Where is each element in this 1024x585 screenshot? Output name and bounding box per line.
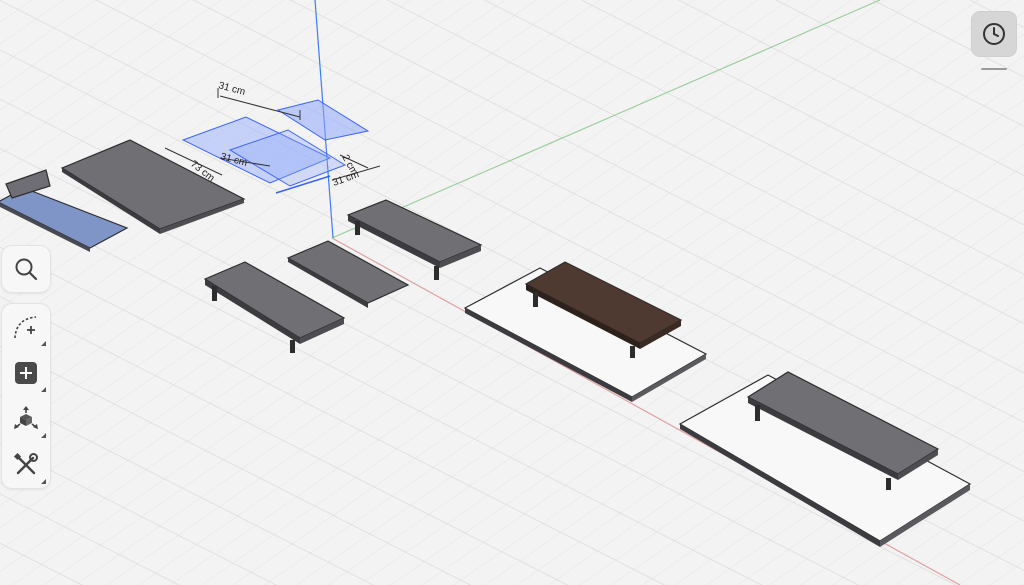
submenu-indicator (41, 433, 46, 438)
tools-button[interactable] (2, 442, 50, 488)
transform-icon (14, 406, 38, 429)
history-panel (972, 12, 1016, 70)
left-toolbar (2, 246, 50, 488)
history-separator (981, 68, 1007, 70)
submenu-indicator (41, 387, 46, 392)
add-object-button[interactable] (2, 350, 50, 396)
tool-group (2, 304, 50, 488)
transform-button[interactable] (2, 396, 50, 442)
submenu-indicator (41, 341, 46, 346)
wrench-screwdriver-icon (13, 452, 38, 475)
curve-plus-icon (14, 316, 37, 339)
history-button[interactable] (972, 12, 1016, 56)
draw-curve-button[interactable] (2, 304, 50, 350)
plus-square-icon (15, 362, 37, 384)
3d-viewport[interactable]: 31 cm 31 cm 73 cm 2 cm 31 cm (0, 0, 1024, 585)
clock-icon (983, 23, 1005, 45)
search-icon (15, 258, 38, 281)
submenu-indicator (41, 479, 46, 484)
search-button[interactable] (2, 246, 50, 292)
